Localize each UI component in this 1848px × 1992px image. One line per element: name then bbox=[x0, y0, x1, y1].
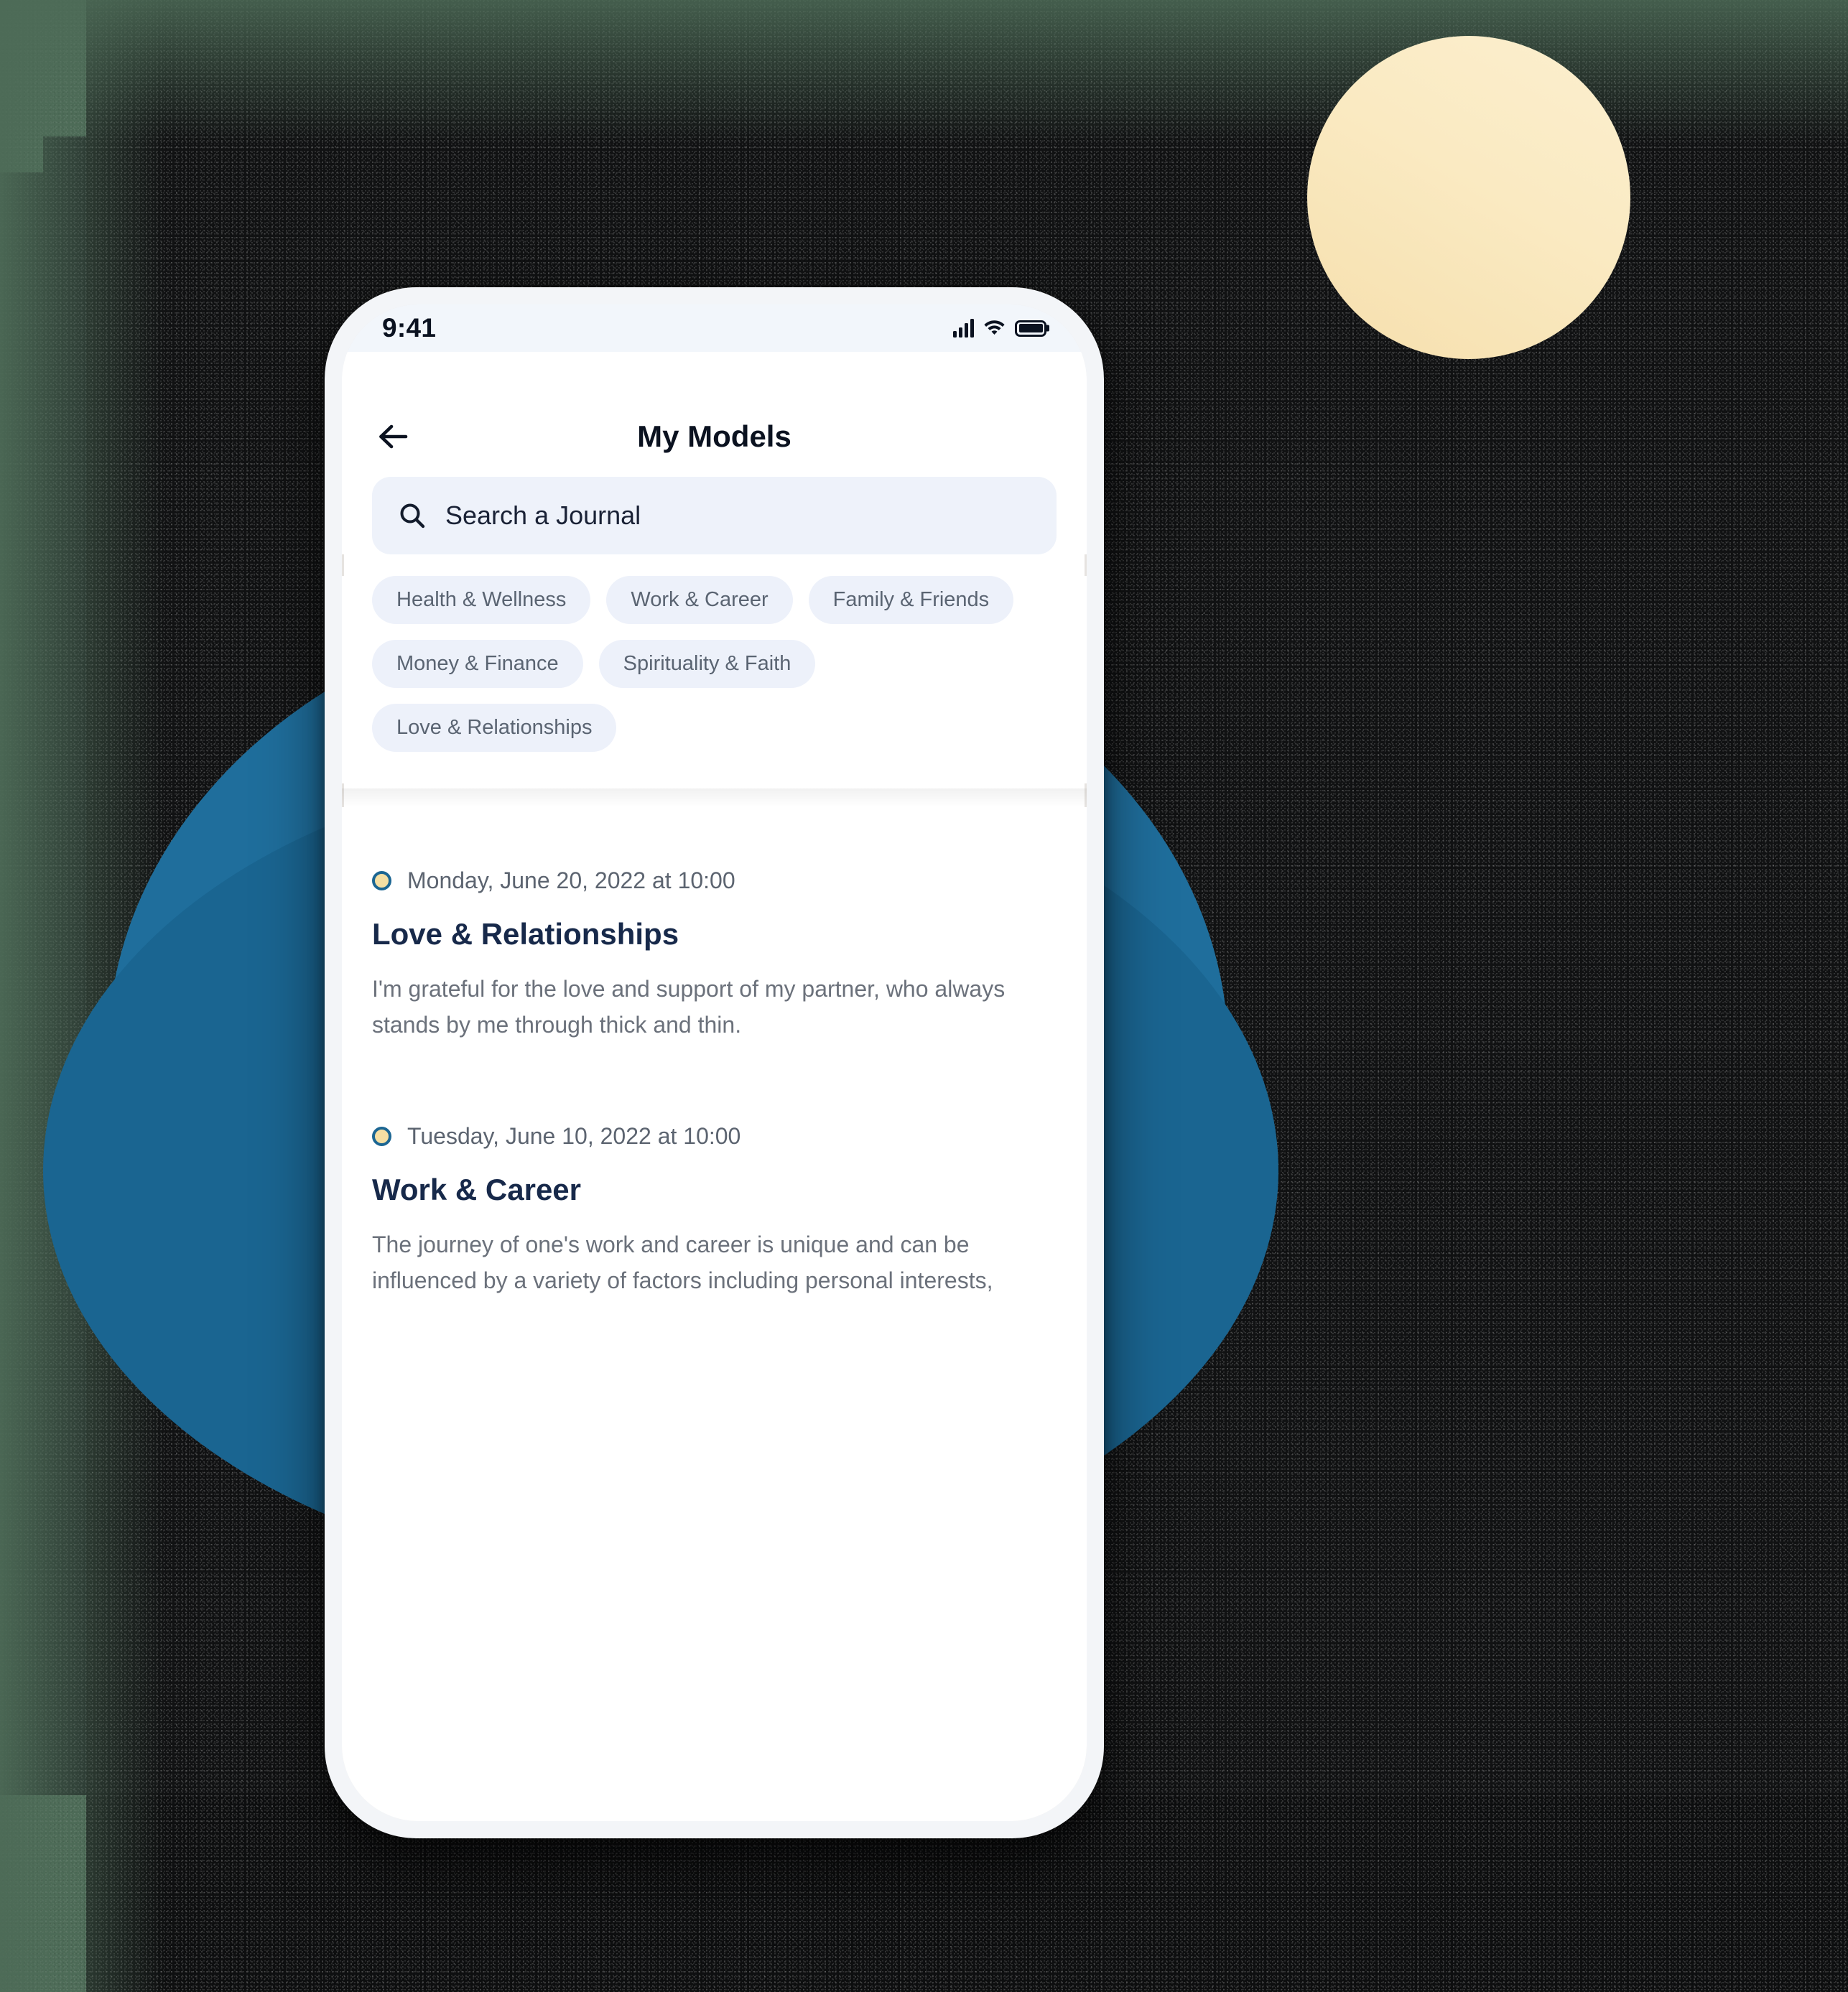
entry-date: Tuesday, June 10, 2022 at 10:00 bbox=[407, 1123, 741, 1150]
status-bar: 9:41 bbox=[342, 304, 1087, 352]
chip-money-finance[interactable]: Money & Finance bbox=[372, 640, 583, 688]
search-section: Search a Journal bbox=[342, 477, 1087, 554]
battery-full-icon bbox=[1015, 320, 1046, 337]
section-divider bbox=[342, 788, 1087, 807]
journal-entry-list[interactable]: Monday, June 20, 2022 at 10:00 Love & Re… bbox=[342, 807, 1087, 1821]
phone-screen: 9:41 My Models Search a Journal Health &… bbox=[342, 304, 1087, 1821]
entry-meta: Tuesday, June 10, 2022 at 10:00 bbox=[372, 1123, 1057, 1150]
back-button[interactable] bbox=[372, 414, 417, 459]
chip-health-wellness[interactable]: Health & Wellness bbox=[372, 576, 591, 624]
wifi-icon bbox=[983, 318, 1006, 339]
chip-spirituality-faith[interactable]: Spirituality & Faith bbox=[598, 640, 816, 688]
search-input[interactable]: Search a Journal bbox=[372, 477, 1057, 554]
scene-backdrop: 9:41 My Models Search a Journal Health &… bbox=[0, 0, 1848, 1992]
category-chip-list: Health & Wellness Work & Career Family &… bbox=[342, 576, 1087, 783]
entry-body: The journey of one's work and career is … bbox=[372, 1232, 993, 1293]
chip-love-relationships[interactable]: Love & Relationships bbox=[372, 704, 617, 752]
chip-family-friends[interactable]: Family & Friends bbox=[808, 576, 1014, 624]
decorative-yellow-circle bbox=[1307, 36, 1630, 359]
journal-entry[interactable]: Tuesday, June 10, 2022 at 10:00 Work & C… bbox=[372, 1123, 1057, 1298]
search-placeholder: Search a Journal bbox=[445, 501, 641, 530]
journal-entry[interactable]: Monday, June 20, 2022 at 10:00 Love & Re… bbox=[372, 867, 1057, 1043]
phone-mockup-frame: 9:41 My Models Search a Journal Health &… bbox=[325, 287, 1104, 1838]
screen-top-fill bbox=[342, 352, 1087, 396]
chip-work-career[interactable]: Work & Career bbox=[606, 576, 793, 624]
search-icon bbox=[400, 503, 425, 529]
status-bar-icons bbox=[953, 318, 1046, 339]
status-dot-icon bbox=[372, 871, 391, 890]
entry-title: Love & Relationships bbox=[372, 917, 679, 951]
entry-body: I'm grateful for the love and support of… bbox=[372, 976, 1006, 1038]
entry-meta: Monday, June 20, 2022 at 10:00 bbox=[372, 867, 1057, 894]
page-title: My Models bbox=[637, 419, 791, 453]
arrow-left-icon bbox=[379, 424, 408, 449]
app-header: My Models bbox=[342, 396, 1087, 477]
cellular-signal-icon bbox=[953, 319, 974, 338]
entry-title: Work & Career bbox=[372, 1173, 582, 1207]
status-dot-icon bbox=[372, 1127, 391, 1147]
status-bar-time: 9:41 bbox=[382, 313, 437, 343]
entry-date: Monday, June 20, 2022 at 10:00 bbox=[407, 867, 735, 893]
